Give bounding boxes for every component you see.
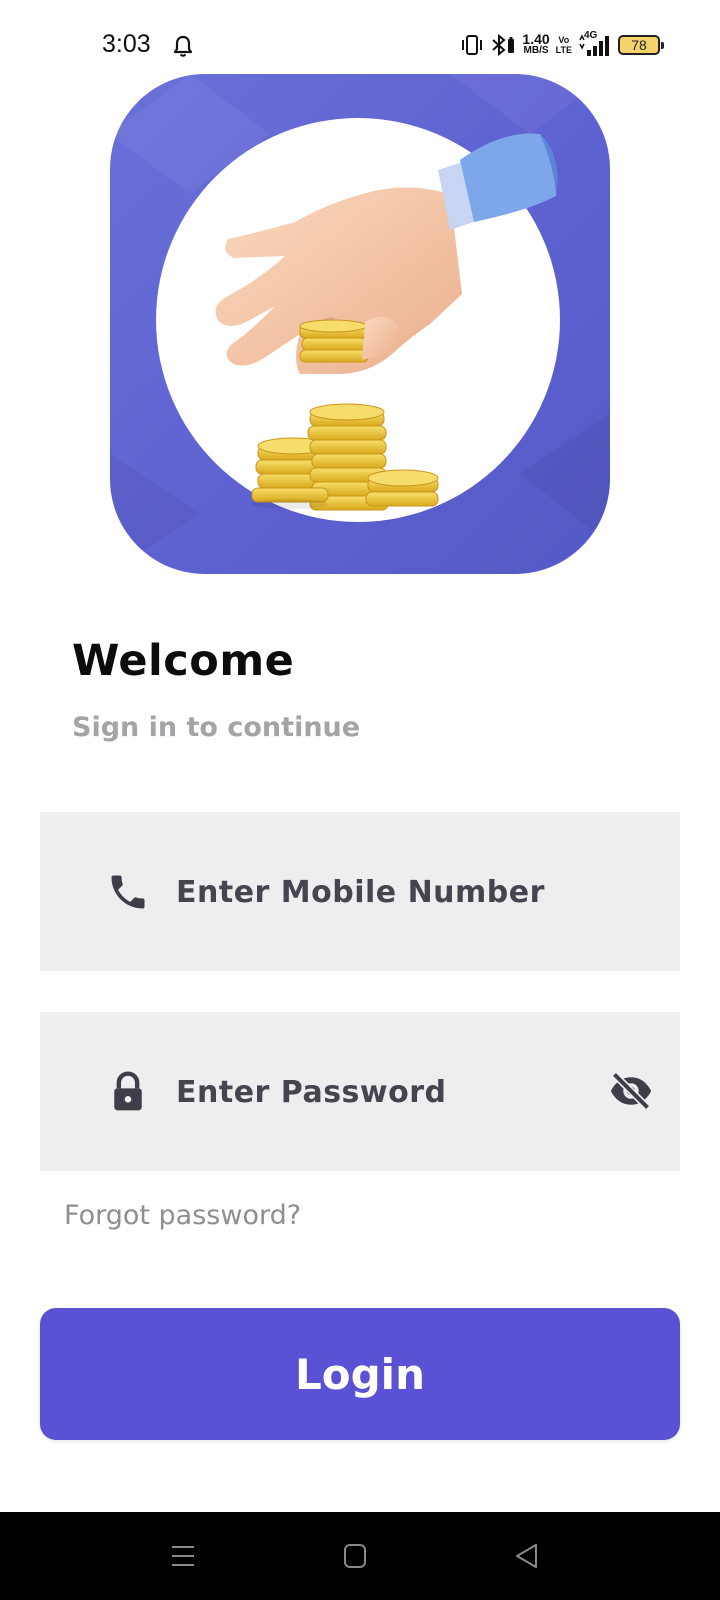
vibrate-icon xyxy=(462,35,483,55)
mobile-number-field[interactable] xyxy=(40,812,680,971)
eye-off-icon[interactable] xyxy=(608,1069,654,1113)
speed-value: 1.40 xyxy=(522,31,550,47)
forgot-password-link[interactable]: Forgot password? xyxy=(64,1200,301,1231)
bell-icon xyxy=(173,35,193,57)
login-button[interactable]: Login xyxy=(40,1308,680,1440)
login-screen: 3:03 1.40 MB/S Vo LTE 4G 78 Welcome Sign… xyxy=(0,0,720,1600)
signal-icon xyxy=(579,34,609,56)
battery-level: 78 xyxy=(631,37,647,53)
volte-bottom: LTE xyxy=(555,45,572,55)
system-nav-bar xyxy=(0,1512,720,1600)
volte-top: Vo xyxy=(558,35,570,45)
menu-icon[interactable] xyxy=(166,1540,200,1572)
password-input[interactable] xyxy=(176,1060,616,1124)
app-logo-illustration xyxy=(110,74,610,574)
welcome-subtitle: Sign in to continue xyxy=(72,712,361,743)
back-icon[interactable] xyxy=(510,1540,544,1572)
signal-indicator: 4G xyxy=(578,30,612,58)
password-field[interactable] xyxy=(40,1012,680,1171)
network-speed: 1.40 MB/S xyxy=(522,31,550,56)
volte-indicator: Vo LTE xyxy=(556,35,572,55)
lock-icon xyxy=(114,1071,142,1111)
speed-unit: MB/S xyxy=(523,45,549,56)
bluetooth-icon xyxy=(492,33,515,57)
mobile-number-input[interactable] xyxy=(176,860,616,924)
welcome-title: Welcome xyxy=(72,636,295,686)
status-time: 3:03 xyxy=(102,30,151,58)
phone-icon xyxy=(111,875,145,909)
status-icons: 1.40 MB/S Vo LTE 4G 78 xyxy=(460,30,664,60)
battery-icon: 78 xyxy=(618,35,664,55)
home-icon[interactable] xyxy=(338,1540,372,1572)
hand-with-coins-illustration xyxy=(110,74,610,574)
